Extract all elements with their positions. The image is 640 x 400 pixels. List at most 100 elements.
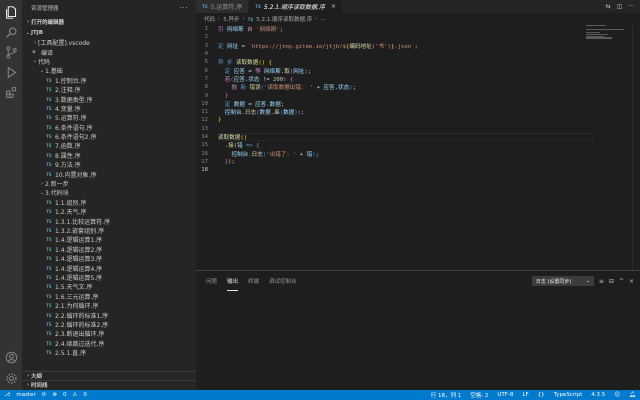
tree-file[interactable]: TS 1.4.逻辑运算4.序 (22, 263, 196, 273)
code-line[interactable]: 5 异 步 读取数据() { (196, 58, 576, 66)
files-icon[interactable] (4, 5, 18, 19)
git-branch-label[interactable]: master (16, 392, 35, 398)
maximize-panel-icon[interactable]: ^ (619, 278, 624, 285)
editor-tab[interactable]: TS 5.运算符.序 (196, 0, 250, 13)
source-control-icon[interactable] (4, 45, 18, 59)
more-actions-icon[interactable]: ··· (180, 4, 188, 12)
code-editor[interactable]: 1 引 网络斯 自 '网络斯'; 2 3 定 网址 = `https://jtmy.gi… (196, 25, 576, 174)
timeline-section[interactable]: › 时间线 (22, 380, 196, 389)
editor-tab-active[interactable]: TS 5.2.1.顺序读取数据.序 × (249, 0, 343, 13)
tree-file[interactable]: TS 6.条件语句.序 (22, 123, 196, 132)
tree-file[interactable]: TS 1.3.1.比较运算符.序 (22, 216, 196, 226)
warning-icon[interactable]: ⚠ (72, 392, 77, 398)
tree-file[interactable]: TS 1.4.逻辑运算5.序 (22, 273, 196, 282)
tree-file[interactable]: TS 7.函数.序 (22, 141, 196, 150)
code-line[interactable]: 10 定 数据 = 应答.数据; (196, 100, 576, 108)
tree-file[interactable]: TS 1.4.逻辑运算2.序 (22, 245, 196, 254)
breadcrumb-item[interactable]: 5.2.1.顺序读取数据.序 (256, 15, 312, 23)
tree-file[interactable]: TS 2.3.断退出循环.序 (22, 329, 196, 338)
clear-output-icon[interactable]: ≡ (599, 278, 604, 285)
code-line[interactable]: 12} (196, 116, 576, 124)
tree-file[interactable]: TS 6.条件语句2.序 (22, 132, 196, 141)
tab-terminal[interactable]: 终端 (248, 271, 259, 291)
code-line[interactable]: 14 读取数据() (196, 133, 576, 141)
bell-icon[interactable]: 🔔︎ (629, 392, 636, 398)
search-icon[interactable] (4, 25, 18, 39)
tree-file[interactable]: TS 1.6.三元运算.序 (22, 292, 196, 301)
tree-file[interactable]: TS 9.方法.序 (22, 160, 196, 169)
tree-file[interactable]: TS 2.5.1.直.序 (22, 348, 196, 357)
code-line[interactable]: 1 引 网络斯 自 '网络斯'; (196, 25, 576, 33)
code-line[interactable]: 16 控制台.日志('出错了: ' + 错); (196, 149, 576, 158)
close-icon[interactable]: × (331, 3, 336, 10)
indentation[interactable]: 空格: 2 (470, 391, 488, 399)
minimap[interactable] (586, 25, 626, 45)
open-editors-section[interactable]: › 打开的编辑器 (22, 16, 196, 27)
split-editor-icon[interactable]: ◫ (617, 3, 623, 10)
output-channel-select[interactable]: 日志 (设置同步) ⌄ (531, 276, 594, 286)
lock-scroll-icon[interactable]: ⊟ (609, 278, 614, 285)
compare-icon[interactable]: ⇆ (606, 3, 611, 10)
tree-file[interactable]: TS 2.注释.序 (22, 85, 196, 94)
close-icon[interactable]: × (629, 278, 634, 285)
tab-debug-console[interactable]: 调试控制台 (269, 271, 297, 291)
code-line[interactable]: 13 (196, 125, 576, 133)
settings-gear-icon[interactable] (4, 371, 18, 385)
tree-file[interactable]: TS 1.3.2.嵌套组别.序 (22, 226, 196, 235)
encoding[interactable]: UTF-8 (497, 392, 513, 398)
tree-file[interactable]: TS 2.1.为何循环.序 (22, 301, 196, 310)
code-line[interactable]: 7 若(应答.状态 != 200) { (196, 75, 576, 83)
tree-file[interactable]: TS 1.控制台.序 (22, 76, 196, 85)
tree-file[interactable]: TS 2.2.循环的标准1.序 (22, 310, 196, 320)
editor-scrollbar[interactable] (632, 25, 640, 270)
tab-problems[interactable]: 问题 (206, 271, 217, 291)
cursor-position[interactable]: 行 18，列 1 (431, 391, 462, 399)
workspace-root[interactable]: ⌄ JTJB (22, 27, 196, 38)
tree-file[interactable]: TS 8.属性.序 (22, 151, 196, 160)
code-line[interactable]: 3 定 网址 = `https://jtmy.gitee.io/jtjb/${编码… (196, 42, 576, 50)
language-mode[interactable]: TypeScript (554, 392, 583, 398)
git-branch-icon[interactable]: ⎇ (4, 392, 10, 398)
error-count[interactable]: 0 (63, 392, 67, 398)
code-line[interactable]: 6 定 应答 = 等 网络斯.取(网址); (196, 66, 576, 75)
code-line[interactable]: 18 (196, 166, 576, 174)
tree-file[interactable]: TS 3.数据类型.序 (22, 94, 196, 104)
breadcrumb-item[interactable]: ... (320, 16, 325, 22)
tree-file[interactable]: TS 1.4.逻辑运算1.序 (22, 235, 196, 244)
code-line[interactable]: 11 控制台.日志(数据.串(数据)); (196, 108, 576, 116)
tree-file[interactable]: TS 1.5.天气文.序 (22, 282, 196, 291)
error-icon[interactable]: ⊗ (52, 392, 57, 398)
account-icon[interactable] (4, 350, 18, 364)
tree-file[interactable]: TS 1.4.逻辑运算3.序 (22, 254, 196, 263)
extensions-icon[interactable] (4, 85, 18, 99)
tree-file[interactable]: TS 10.内置对象.序 (22, 169, 196, 179)
code-line[interactable]: 17 }); (196, 158, 576, 166)
run-debug-icon[interactable] (4, 65, 18, 79)
tree-file[interactable]: TS 5.运算符.序 (22, 113, 196, 122)
tree-folder[interactable]: ⌄ 代码 (22, 57, 196, 66)
end-of-line[interactable]: LF (522, 392, 528, 398)
code-line[interactable]: 2 (196, 33, 576, 41)
breadcrumb-item[interactable]: 代码 (204, 15, 215, 23)
tree-file[interactable]: TS 2.2.循环的标准2.序 (22, 320, 196, 329)
tab-output[interactable]: 输出 (227, 271, 239, 291)
more-actions-icon[interactable]: ··· (628, 3, 634, 10)
tree-file[interactable]: TS 2.4.续跳过迭代.序 (22, 339, 196, 348)
sync-icon[interactable]: ⟳ (42, 392, 47, 398)
tree-file[interactable]: TS 1.2.天气.序 (22, 207, 196, 216)
typescript-version[interactable]: 4.3.5 (591, 392, 605, 398)
code-line[interactable]: 4 (196, 50, 576, 58)
code-line[interactable]: 15 .接(错 => { (196, 141, 576, 149)
tree-file[interactable]: TS 1.1.组别.序 (22, 198, 196, 207)
breadcrumb-item[interactable]: 5.异步 (223, 15, 239, 23)
tree-folder[interactable]: ⌄ 3.代码块 (22, 188, 196, 198)
tree-file[interactable]: ◆ 编译 (22, 47, 196, 57)
outline-section[interactable]: › 大纲 (22, 371, 196, 380)
code-line[interactable]: 9 } (196, 91, 576, 99)
tree-folder[interactable]: › 2.新一步 (22, 179, 196, 189)
tree-folder[interactable]: › [工具配置].vscode (22, 38, 196, 48)
warning-count[interactable]: 0 (83, 392, 87, 398)
feedback-icon[interactable]: ☺ (614, 392, 620, 398)
tree-file[interactable]: TS 4.变量.序 (22, 104, 196, 113)
code-line[interactable]: 8 抛 新 错误('读取数据出错： ' + 应答.状态); (196, 83, 576, 91)
